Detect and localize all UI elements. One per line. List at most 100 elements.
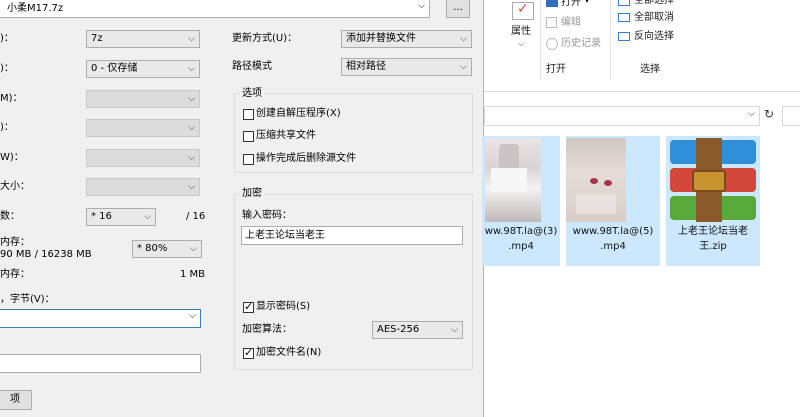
- video-thumbnail: [485, 138, 541, 222]
- encryption-method-select[interactable]: AES-256 ⌵: [372, 321, 463, 339]
- format-select[interactable]: 7z ⌵: [86, 30, 200, 48]
- level-value: 0 - 仅存储: [91, 63, 138, 74]
- chevron-down-icon: ⌵: [188, 182, 195, 192]
- level-select[interactable]: 0 - 仅存储 ⌵: [86, 60, 200, 78]
- sfx-checkbox[interactable]: [243, 109, 254, 120]
- chevron-down-icon[interactable]: ⌵: [189, 311, 196, 321]
- dictionary-select: ⌵: [86, 119, 200, 137]
- memory-percent-select[interactable]: * 80% ⌵: [132, 240, 202, 258]
- file-name: 上老王论坛当老 王.zip: [666, 224, 760, 254]
- address-bar[interactable]: ⌵: [484, 106, 760, 126]
- select-all-button[interactable]: 全部选择: [634, 0, 674, 8]
- browse-button[interactable]: ...: [446, 0, 470, 18]
- delete-after-label: 操作完成后删除源文件: [256, 153, 356, 164]
- show-password-label: 显示密码(S): [256, 301, 311, 312]
- format-value: 7z: [91, 33, 103, 44]
- update-mode-label: 更新方式(U)：: [232, 33, 298, 44]
- file-name: ww.98T.la@(3) .mp4: [482, 224, 560, 254]
- path-mode-select[interactable]: 相对路径 ⌵: [341, 58, 472, 76]
- memory-percent-value: * 80%: [137, 243, 168, 254]
- video-thumbnail: [566, 138, 626, 222]
- chevron-down-icon: ⌵: [188, 123, 195, 133]
- solid-block-select: ⌵: [86, 178, 200, 196]
- update-mode-value: 添加并替换文件: [346, 33, 416, 44]
- threads-value: * 16: [91, 211, 112, 222]
- history-button[interactable]: 历史记录: [561, 37, 601, 51]
- encryption-method-label: 加密算法：: [242, 324, 292, 335]
- select-none-icon: [618, 13, 630, 22]
- select-none-button[interactable]: 全部取消: [634, 11, 674, 25]
- sfx-label: 创建自解压程序(X): [256, 108, 341, 119]
- password-input[interactable]: 上老王论坛当老王: [241, 226, 463, 245]
- threads-max: / 16: [186, 211, 206, 222]
- archive-name-text: 小柔M17.7z: [7, 3, 64, 14]
- encrypt-names-label: 加密文件名(N): [256, 347, 322, 358]
- history-icon: [546, 38, 558, 50]
- chevron-down-icon[interactable]: ⌵: [418, 1, 425, 11]
- memory-usage-text: 90 MB / 16238 MB: [0, 249, 92, 260]
- open-icon: [546, 0, 558, 7]
- format-label: )：: [0, 33, 14, 44]
- chevron-down-icon: ⌵: [144, 212, 151, 222]
- path-mode-label: 路径模式: [232, 61, 272, 72]
- decompress-memory-label: 内存：: [0, 269, 30, 280]
- file-name-line: .mp4: [508, 241, 534, 252]
- properties-button[interactable]: 属性: [511, 25, 531, 39]
- select-group-label: 选择: [640, 64, 660, 75]
- file-name-line: 王.zip: [699, 241, 727, 252]
- threads-select[interactable]: * 16 ⌵: [86, 208, 156, 226]
- open-group-label: 打开: [546, 64, 566, 75]
- path-mode-value: 相对路径: [346, 61, 386, 72]
- chevron-down-icon[interactable]: ⌵: [518, 39, 524, 49]
- chevron-down-icon: ⌵: [460, 34, 467, 44]
- chevron-down-icon: ⌵: [188, 153, 195, 163]
- word-size-select: ⌵: [86, 149, 200, 167]
- split-volumes-combo[interactable]: ⌵: [0, 309, 201, 328]
- file-explorer-window: ✓ 属性 ⌵ 打开 ▾ 编辑 历史记录 打开 全部选择 全部取消 反向选择 选择…: [482, 0, 800, 417]
- select-all-icon: [618, 0, 630, 6]
- update-mode-select[interactable]: 添加并替换文件 ⌵: [341, 30, 472, 48]
- chevron-down-icon: ⌵: [451, 325, 458, 335]
- encryption-title: 加密: [240, 187, 264, 201]
- threads-label: 数：: [0, 211, 20, 222]
- edit-icon: [546, 17, 557, 28]
- encrypt-names-checkbox[interactable]: [243, 346, 254, 359]
- ribbon: ✓ 属性 ⌵ 打开 ▾ 编辑 历史记录 打开 全部选择 全部取消 反向选择 选择: [484, 0, 800, 92]
- delete-after-checkbox[interactable]: [243, 154, 254, 165]
- file-name: www.98T.la@(5) .mp4: [566, 224, 660, 254]
- shared-files-label: 压缩共享文件: [256, 130, 316, 141]
- shared-files-checkbox[interactable]: [243, 131, 254, 142]
- chevron-down-icon: ⌵: [188, 94, 195, 104]
- file-item[interactable]: www.98T.la@(5) .mp4: [566, 136, 660, 266]
- properties-icon[interactable]: ✓: [512, 1, 534, 20]
- file-item[interactable]: 上老王论坛当老 王.zip: [666, 136, 760, 266]
- options-button[interactable]: 项: [0, 390, 32, 410]
- chevron-down-icon[interactable]: ▾: [585, 0, 589, 5]
- chevron-down-icon[interactable]: ⌵: [748, 109, 755, 119]
- winrar-archive-icon: [670, 138, 756, 222]
- chevron-down-icon: ⌵: [460, 62, 467, 72]
- parameters-input[interactable]: [0, 354, 201, 373]
- add-to-archive-dialog: 小柔M17.7z ⌵ ... )： )： M)： )： W)： 大小： 数： 内…: [0, 0, 484, 417]
- word-size-label: W)：: [0, 152, 24, 163]
- solid-block-label: 大小：: [0, 181, 30, 192]
- dictionary-label: )：: [0, 122, 14, 133]
- chevron-down-icon: ⌵: [190, 244, 197, 254]
- file-name-line: ww.98T.la@(3): [484, 226, 558, 237]
- invert-selection-button[interactable]: 反向选择: [634, 30, 674, 44]
- file-name-line: 上老王论坛当老: [678, 226, 748, 237]
- decompress-memory-text: 1 MB: [180, 269, 206, 280]
- split-volumes-label: ，字节(V)：: [0, 294, 55, 305]
- open-button[interactable]: 打开: [561, 0, 581, 10]
- show-password-checkbox[interactable]: [243, 300, 254, 313]
- refresh-icon[interactable]: ↻: [764, 107, 774, 121]
- file-item[interactable]: ww.98T.la@(3) .mp4: [482, 136, 560, 266]
- search-box[interactable]: [782, 106, 800, 126]
- password-label: 输入密码：: [242, 210, 292, 221]
- file-name-line: .mp4: [600, 241, 626, 252]
- method-select: ⌵: [86, 90, 200, 108]
- chevron-down-icon: ⌵: [188, 64, 195, 74]
- archive-name-combo[interactable]: 小柔M17.7z ⌵: [0, 0, 430, 18]
- edit-button[interactable]: 编辑: [561, 16, 581, 30]
- method-label: M)：: [0, 93, 23, 104]
